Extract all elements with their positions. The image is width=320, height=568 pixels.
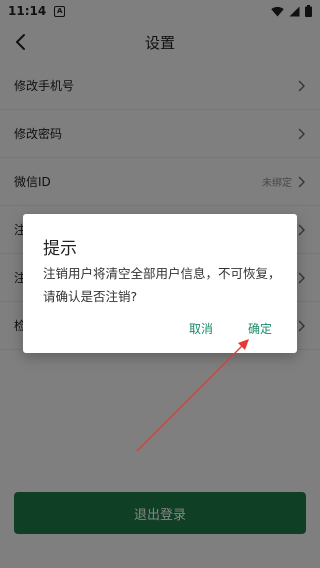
cancel-button[interactable]: 取消: [189, 320, 213, 337]
dialog-message: 注销用户将清空全部用户信息，不可恢复，请确认是否注销?: [43, 266, 281, 304]
confirm-dialog: 提示 注销用户将清空全部用户信息，不可恢复，请确认是否注销? 取消 确定: [23, 214, 297, 353]
dialog-title: 提示: [43, 239, 77, 259]
confirm-button[interactable]: 确定: [248, 320, 272, 337]
